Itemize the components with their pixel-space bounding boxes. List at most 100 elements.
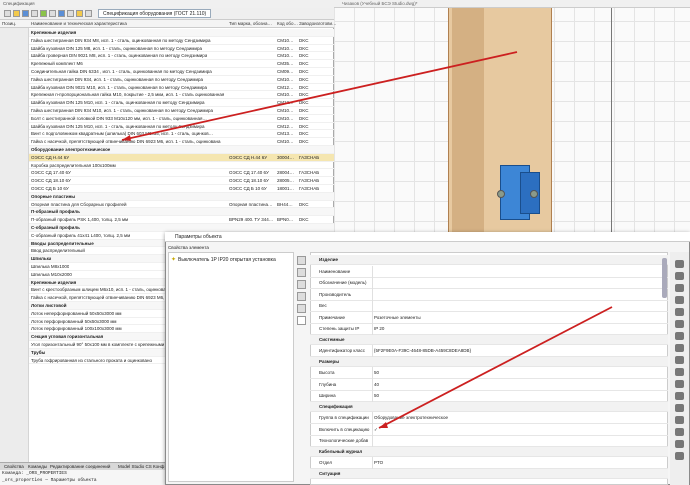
table-icon[interactable] [76,10,83,17]
table-row[interactable]: Гайка шестигранная DIN 934 M10, исп. 1 -… [0,107,334,115]
table-row[interactable]: ОЭСС СД 17.40 6У ОЭСС СД 17.40 6У 28004… ГА… [0,169,334,178]
filter-icon[interactable] [67,10,74,17]
prop-value[interactable]: IP 20 [372,323,666,335]
table-row[interactable]: Шайба кузовная DIN 125 M8, исп. 1 - стал… [0,45,334,53]
folder-icon[interactable] [13,10,20,17]
prop-value[interactable] [372,288,666,301]
table-row[interactable]: ОЭСС СД Н.44 6У ОЭСС СД Н.44 6У 30004… ГАЗС… [0,153,334,162]
prop-value[interactable]: 50 [372,390,666,402]
tool-icon[interactable] [675,332,684,340]
tool-icon[interactable] [675,368,684,376]
element-tree[interactable] [168,252,294,482]
table-row[interactable]: Болт с шестигранной головкой DIN 933 M10… [0,115,334,123]
prop-section[interactable]: Изделие [310,255,668,265]
section-header[interactable]: С-образный профиль [0,224,334,232]
table-row[interactable]: ОЭСС СД 18.10 6У ОЭСС СД 18.10 6У 28005… ГА… [0,177,334,185]
table-row[interactable]: П-образный профиль PSK 1,400, толщ. 2,5 … [0,216,334,224]
prop-row[interactable]: Наименование [310,265,668,278]
prop-section[interactable]: Размеры [310,356,668,367]
prop-row[interactable]: Высота 50 [310,367,668,379]
table-row[interactable]: Соединительная гайка DIN 6334 , исп. 1 -… [0,68,334,76]
prop-row[interactable]: Включить в специкацию ✓ [310,423,668,436]
prop-value[interactable]: 50 [372,367,666,379]
table-row[interactable]: Шайба кузовная DIN 125 M10, исп. 1 - ста… [0,123,334,131]
table-row[interactable]: Гайка шестигранная DIN 934, исп. 1 - ста… [0,76,334,84]
paste-icon[interactable] [297,304,306,313]
copy-icon[interactable] [297,292,306,301]
tool-icon[interactable] [675,404,684,412]
tree-item[interactable]: Выключатель 1P IP20 открытая установка [178,257,276,263]
prop-value[interactable]: Оборудование электротехническое [372,412,666,424]
tool-icon[interactable] [675,272,684,280]
spec-tab[interactable]: Спецификация оборудования (ГОСТ 21.110) [98,9,212,18]
table-row[interactable]: Шайба кузовная DIN 9021 M10, исп. 1 - ст… [0,84,334,92]
section-header[interactable]: Оборудование электротехническое [0,146,334,154]
user-icon[interactable] [297,280,306,289]
print-icon[interactable] [58,10,65,17]
prop-value[interactable]: 40 [372,378,666,391]
prop-section[interactable]: Системные [310,334,668,345]
delete-icon[interactable] [297,316,306,325]
prop-section[interactable]: Ситуация [310,468,668,479]
tool-icon[interactable] [675,308,684,316]
table-row[interactable]: Гайка шестигранная DIN 934 M8, исп. 1 - … [0,37,334,45]
table-row[interactable]: Шайба кузовная DIN 125 M10, исп. 1 - ста… [0,99,334,107]
link-icon[interactable] [297,268,306,277]
prop-row[interactable]: Вес [310,300,668,312]
col-code[interactable]: Код обо… [277,20,298,28]
section-header[interactable]: П-образный профиль [0,208,334,217]
table-row[interactable]: Опорная пластина для Сборарных профилей О… [0,201,334,209]
settings-icon[interactable] [49,10,56,17]
prop-value[interactable]: {5F2F9E0A-F39C-4648-85DB-A459C8DEA8DB} [372,345,666,357]
prop-row[interactable]: Производитель [310,288,668,301]
prop-row[interactable]: Обозначение (модель) [310,277,668,289]
add-icon[interactable] [4,10,11,17]
prop-row[interactable]: Идентификатор класс {5F2F9E0A-F39C-4648-8… [310,345,668,357]
tool-icon[interactable] [675,392,684,400]
tool-icon[interactable] [675,344,684,352]
tool-icon[interactable] [675,284,684,292]
tool-icon[interactable] [675,356,684,364]
table-row[interactable]: Гайка с насечкой, препятствующей отвинчи… [0,138,334,146]
tool-icon[interactable] [675,296,684,304]
tool-icon[interactable] [675,260,684,268]
tool-icon[interactable] [675,320,684,328]
prop-row[interactable]: Степень защиты IP IP 20 [310,323,668,335]
col-maker[interactable]: Заводоизготови… [299,20,337,28]
prop-value[interactable] [372,277,666,289]
prop-section[interactable]: Кабельный журнал [310,446,668,457]
prop-section[interactable]: Спецификация [310,401,668,412]
table-row[interactable]: Шайба гроверная DIN 9021 M8, исп. 1 - ст… [0,52,334,61]
grid-icon[interactable] [85,10,92,17]
tool-icon[interactable] [675,452,684,460]
prop-row[interactable]: Отдел PTO [310,457,668,469]
tool-icon[interactable] [675,440,684,448]
prop-row[interactable]: Группа в спецификации Оборудование электр… [310,412,668,424]
export-icon[interactable] [40,10,47,17]
refresh-icon[interactable] [31,10,38,17]
prop-row[interactable]: Технологические добав [310,435,668,447]
prop-value[interactable]: ✓ [372,423,666,436]
prop-value[interactable] [372,265,666,278]
col-type[interactable]: Тип марка, обозна… [229,20,272,28]
table-row[interactable]: Коробка распределительная 100х100мм [0,162,334,170]
col-position[interactable]: Позиц. [2,20,16,28]
prop-value[interactable] [372,435,666,447]
section-header[interactable]: Опорные пластины [0,192,334,201]
prop-value[interactable]: PTO [372,457,666,469]
prop-value[interactable]: Розеточные элементы [372,311,666,324]
prop-value[interactable] [372,300,666,312]
properties-scrollbar[interactable] [662,258,667,298]
tool-icon[interactable] [675,380,684,388]
tool-icon[interactable] [675,428,684,436]
table-row[interactable]: Винт с подголовником квадратным (шпилька… [0,130,334,139]
col-name[interactable]: Наименование и техническая характеристик… [31,20,127,28]
save-icon[interactable] [22,10,29,17]
prop-row[interactable]: Глубина 40 [310,378,668,391]
table-row[interactable]: ОЭСС СД Б 10 6У ОЭСС СД Б 10 6У 18001… ГАЗС… [0,185,334,193]
tool-icon[interactable] [675,416,684,424]
prop-row[interactable]: Ширина 50 [310,390,668,402]
table-row[interactable]: Крепежная п-пропорциональная гайка M10, … [0,91,334,100]
prop-row[interactable]: Примечание Розеточные элементы [310,311,668,324]
section-header[interactable]: Крепежные изделия [0,29,334,37]
